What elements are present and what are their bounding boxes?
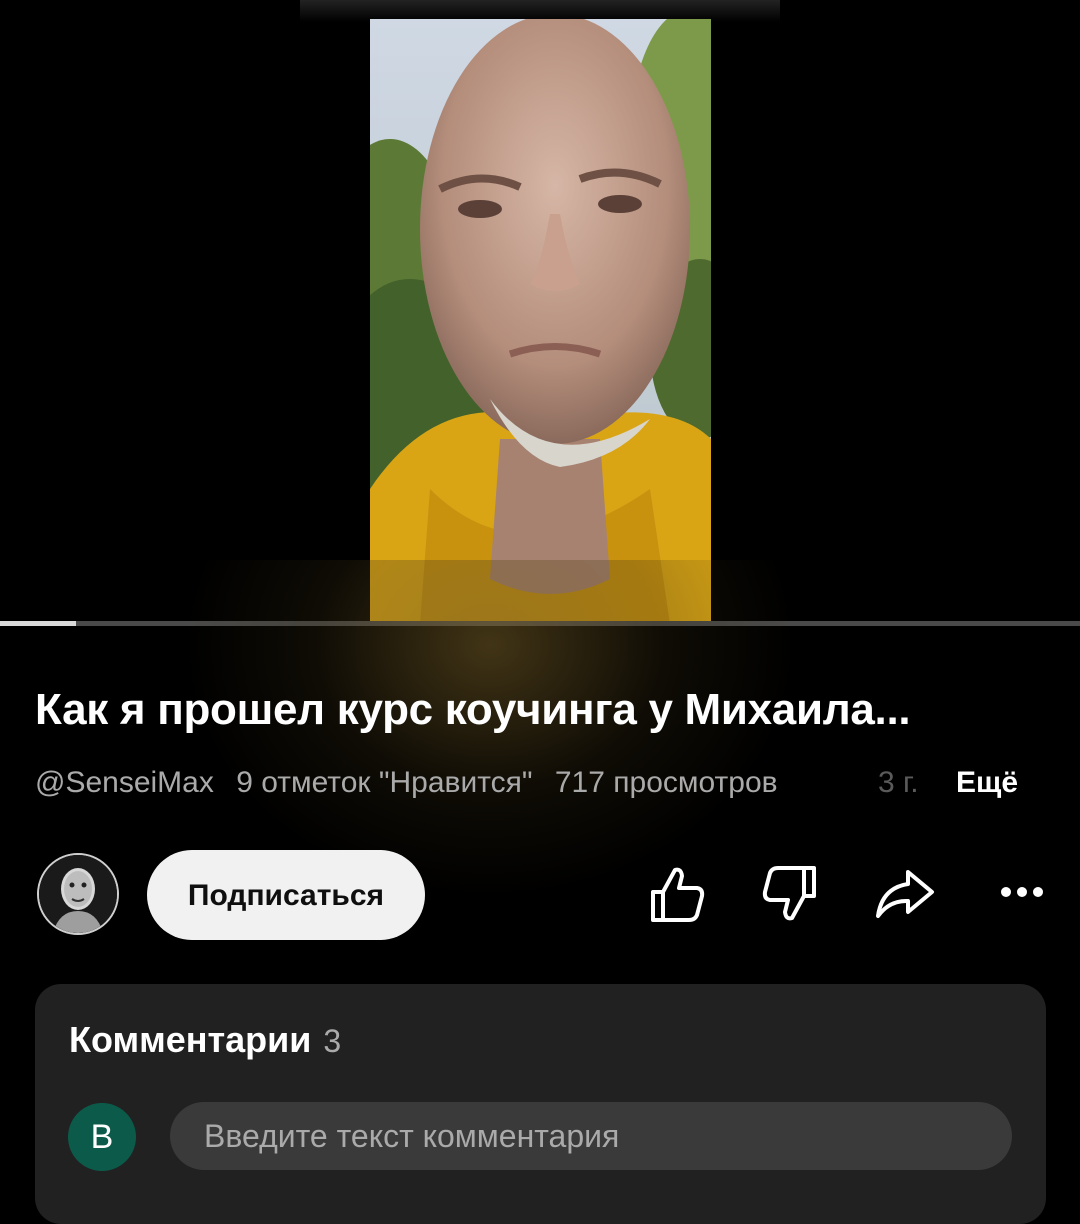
more-actions-icon[interactable] — [990, 862, 1054, 926]
channel-avatar-image — [39, 855, 117, 933]
share-icon[interactable] — [872, 862, 936, 926]
video-frame[interactable] — [370, 19, 711, 624]
dislike-icon[interactable] — [758, 862, 822, 926]
comments-heading: Комментарии 3 — [69, 1020, 341, 1061]
progress-bar[interactable] — [0, 621, 1080, 626]
comments-section[interactable]: Комментарии 3 B Введите текст комментария — [35, 984, 1046, 1224]
like-icon[interactable] — [645, 862, 709, 926]
comments-title: Комментарии — [69, 1019, 312, 1060]
video-title[interactable]: Как я прошел курс коучинга у Михаила... — [35, 684, 1045, 736]
upload-age: 3 г. — [878, 766, 919, 799]
video-thumbnail-image — [370, 19, 711, 624]
likes-count: 9 отметок "Нравится" — [236, 766, 533, 799]
comments-count: 3 — [323, 1023, 342, 1059]
video-player[interactable] — [0, 0, 1080, 626]
more-button[interactable]: Ещё — [956, 763, 1018, 803]
channel-avatar[interactable] — [37, 853, 119, 935]
subscribe-button[interactable]: Подписаться — [147, 850, 425, 940]
progress-bar-fill — [0, 621, 76, 626]
views-count: 717 просмотров — [554, 766, 778, 799]
comment-input[interactable]: Введите текст комментария — [170, 1102, 1012, 1170]
channel-handle[interactable]: @SenseiMax — [35, 766, 214, 799]
user-avatar: B — [68, 1103, 136, 1171]
